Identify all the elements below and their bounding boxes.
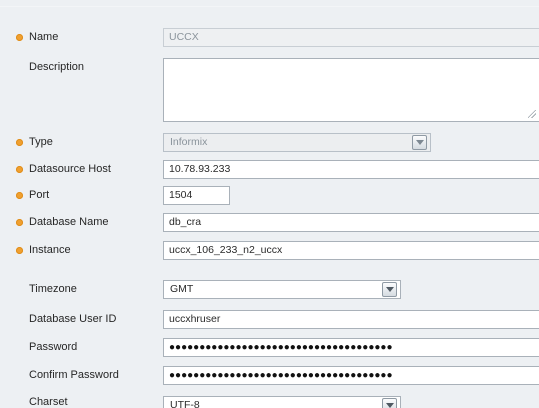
database-name-label: Database Name (29, 216, 109, 228)
name-field: UCCX (163, 28, 539, 47)
charset-label: Charset (29, 396, 68, 408)
database-user-id-field[interactable]: uccxhruser (163, 310, 539, 329)
instance-field[interactable]: uccx_106_233_n2_uccx (163, 241, 539, 260)
charset-select[interactable]: UTF-8 (163, 396, 401, 408)
divider (0, 6, 539, 7)
confirm-password-label: Confirm Password (29, 369, 119, 381)
database-name-field[interactable]: db_cra (163, 213, 539, 232)
required-dot-icon (16, 247, 23, 254)
charset-value: UTF-8 (170, 399, 200, 408)
type-label: Type (29, 136, 53, 148)
chevron-down-icon (412, 135, 427, 150)
port-field[interactable]: 1504 (163, 186, 230, 205)
required-dot-icon (16, 34, 23, 41)
required-dot-icon (16, 139, 23, 146)
name-label: Name (29, 31, 59, 43)
chevron-down-icon[interactable] (382, 282, 397, 297)
port-label: Port (29, 189, 50, 201)
datasource-host-field[interactable]: 10.78.93.233 (163, 160, 539, 179)
password-field[interactable]: ●●●●●●●●●●●●●●●●●●●●●●●●●●●●●●●●●●●●● (163, 338, 539, 357)
password-label: Password (29, 341, 78, 353)
resize-grip-icon[interactable] (528, 110, 536, 118)
timezone-value: GMT (170, 283, 194, 295)
required-dot-icon (16, 219, 23, 226)
datasource-form: Name UCCX Description Type Informix Data… (0, 0, 539, 408)
required-dot-icon (16, 166, 23, 173)
description-label: Description (29, 61, 85, 73)
datasource-host-label: Datasource Host (29, 163, 111, 175)
database-user-id-label: Database User ID (29, 313, 117, 325)
charset-row: Charset UTF-8 (0, 394, 539, 408)
required-dot-icon (16, 192, 23, 199)
description-field[interactable] (163, 58, 539, 122)
type-value: Informix (170, 136, 208, 148)
type-select: Informix (163, 133, 431, 152)
confirm-password-field[interactable]: ●●●●●●●●●●●●●●●●●●●●●●●●●●●●●●●●●●●●● (163, 366, 539, 385)
timezone-label: Timezone (29, 283, 77, 295)
chevron-down-icon[interactable] (382, 398, 397, 408)
instance-label: Instance (29, 244, 71, 256)
timezone-select[interactable]: GMT (163, 280, 401, 299)
